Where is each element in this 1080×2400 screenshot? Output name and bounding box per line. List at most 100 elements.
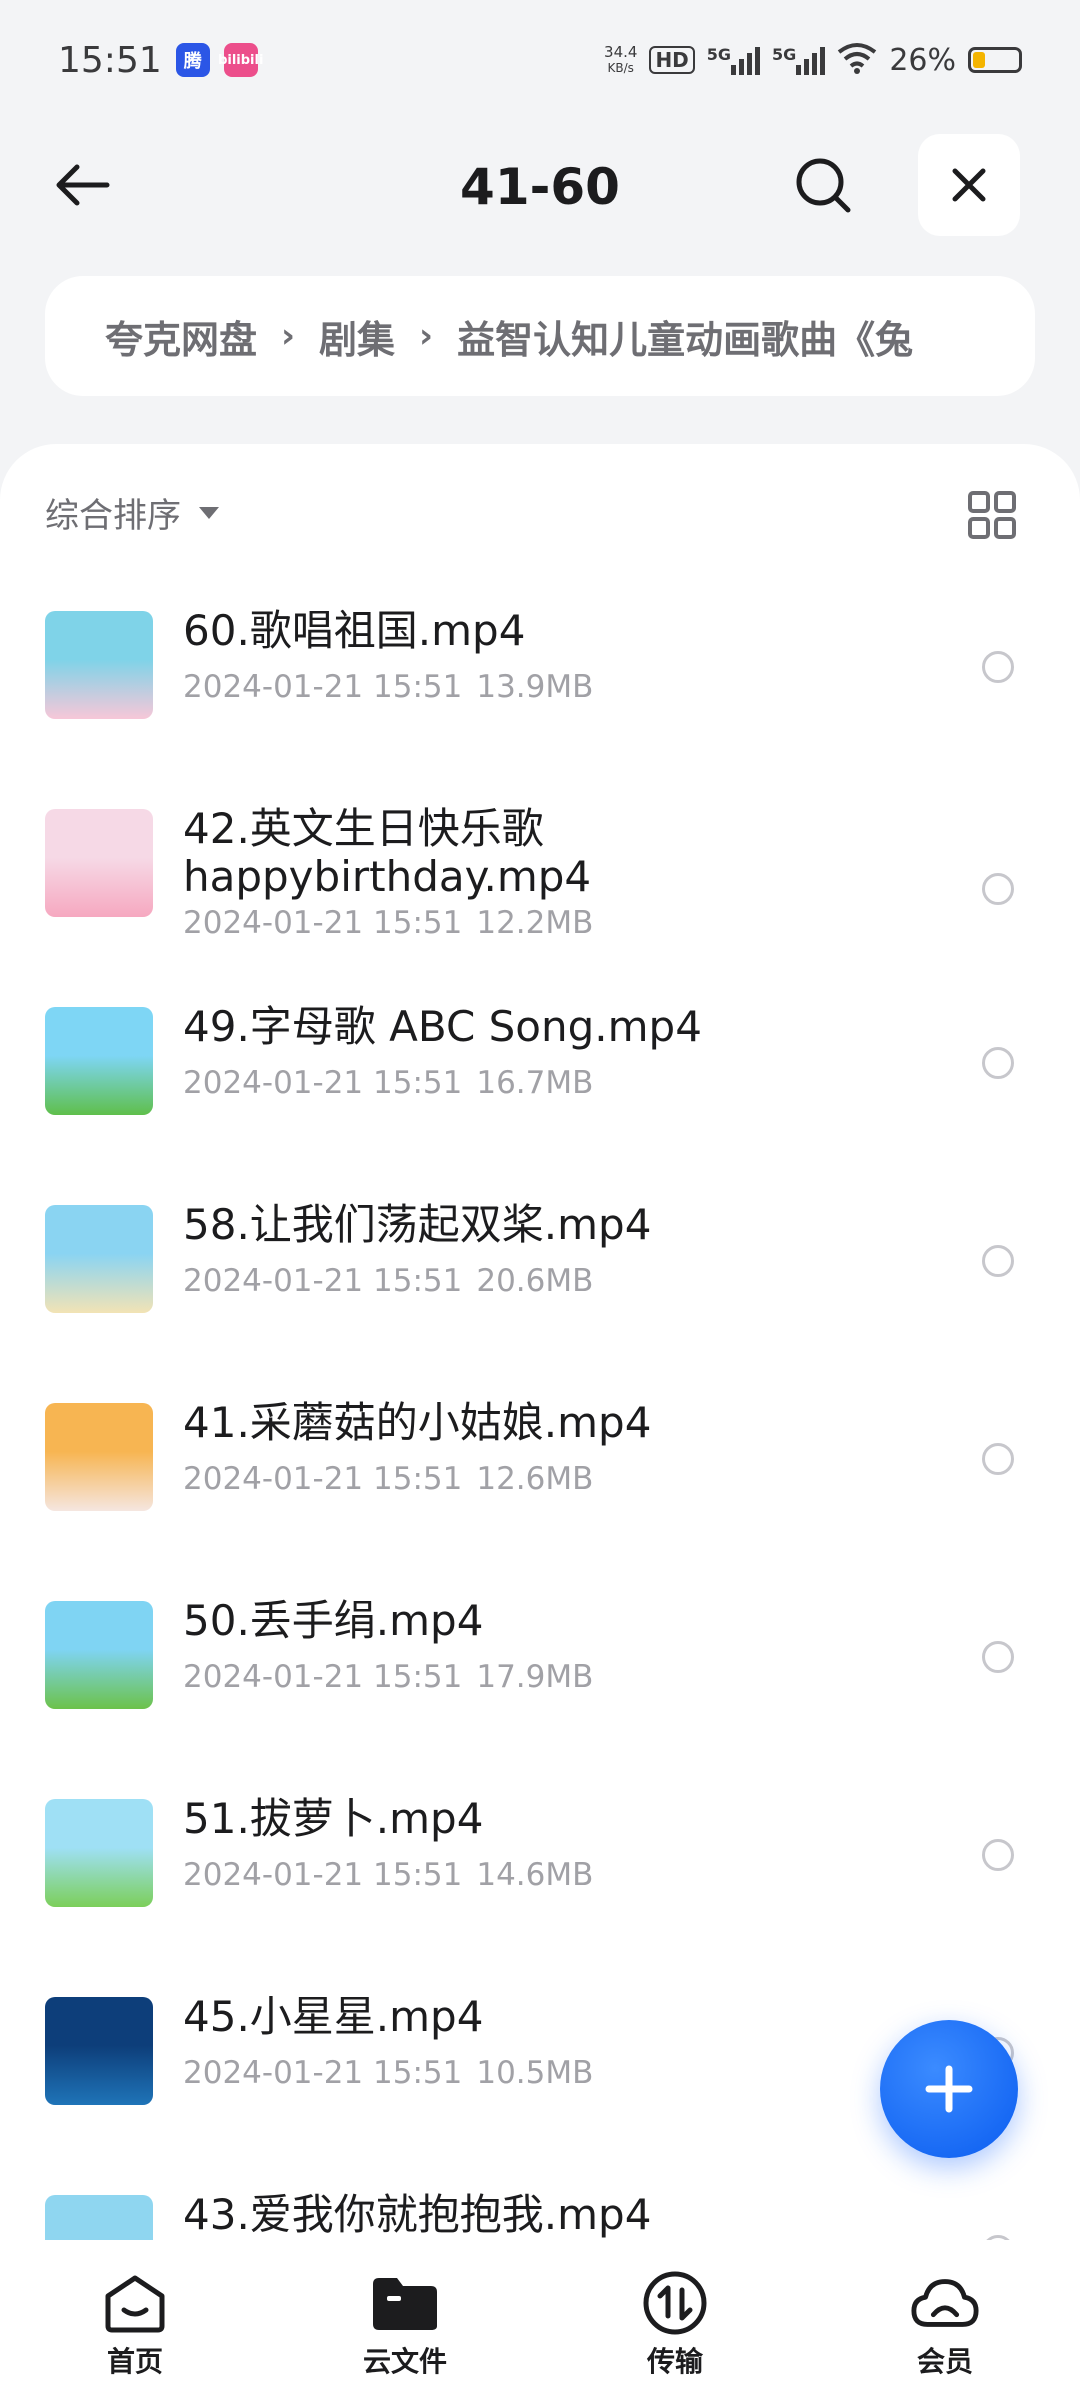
nav-label-home: 首页	[106, 2345, 163, 2378]
select-radio[interactable]	[982, 1839, 1014, 1871]
wifi-icon	[837, 42, 877, 78]
select-radio[interactable]	[982, 873, 1014, 905]
select-radio[interactable]	[982, 651, 1014, 683]
folder-icon	[370, 2268, 440, 2338]
cloud-icon	[910, 2268, 980, 2338]
close-icon	[952, 168, 986, 202]
file-size: 10.5MB	[476, 2055, 594, 2091]
breadcrumb-separator: ›	[419, 316, 434, 356]
video-thumbnail	[45, 611, 153, 719]
file-meta: 2024-01-21 15:51 16.7MB	[183, 1065, 593, 1101]
file-meta: 2024-01-21 15:51 17.9MB	[183, 1659, 593, 1695]
file-browser: 综合排序 60.歌唱祖国.mp4 2024-01-21 15:51 13.9MB 42…	[0, 444, 1080, 2240]
breadcrumb-item-root[interactable]: 夸克网盘	[105, 309, 257, 364]
video-thumbnail	[45, 1403, 153, 1511]
file-row[interactable]: 41.采蘑菇的小姑娘.mp4 2024-01-21 15:51 12.6MB	[0, 1381, 1080, 1579]
file-name: 58.让我们荡起双桨.mp4	[183, 1200, 652, 1249]
close-button[interactable]	[918, 134, 1020, 236]
breadcrumb-item-series[interactable]: 剧集	[319, 309, 395, 364]
file-meta: 2024-01-21 15:51 20.6MB	[183, 1263, 593, 1299]
file-size: 12.6MB	[476, 1461, 594, 1497]
app-notification-icon: 腾	[175, 43, 210, 77]
file-date: 2024-01-21 15:51	[183, 1857, 463, 1893]
breadcrumb-separator: ›	[281, 316, 296, 356]
sort-label: 综合排序	[45, 496, 181, 536]
bilibili-notification-icon: bilibili	[218, 43, 263, 77]
home-icon	[100, 2268, 170, 2338]
nav-label-transfer: 传输	[646, 2345, 703, 2378]
breadcrumb-item-folder[interactable]: 益智认知儿童动画歌曲《兔	[457, 309, 913, 364]
file-row[interactable]: 60.歌唱祖国.mp4 2024-01-21 15:51 13.9MB	[0, 589, 1080, 787]
select-radio[interactable]	[982, 1443, 1014, 1475]
status-bar: 15:51 腾 bilibili 34.4 KB/s HD 5G 5G 26%	[0, 0, 1080, 120]
sim1-signal-icon: 5G	[706, 45, 761, 75]
file-size: 17.9MB	[476, 1659, 594, 1695]
network-speed-unit: KB/s	[607, 60, 634, 75]
file-date: 2024-01-21 15:51	[183, 1065, 463, 1101]
video-thumbnail	[45, 2195, 153, 2240]
search-button[interactable]	[788, 150, 858, 220]
hd-voice-icon: HD	[649, 46, 695, 74]
select-radio[interactable]	[982, 1047, 1014, 1079]
breadcrumb: 夸克网盘 › 剧集 › 益智认知儿童动画歌曲《兔	[45, 276, 1035, 396]
file-name: 43.爱我你就抱抱我.mp4	[183, 2190, 652, 2239]
battery-percent: 26%	[889, 42, 956, 78]
grid-view-button[interactable]	[966, 489, 1018, 541]
file-size: 16.7MB	[476, 1065, 594, 1101]
video-thumbnail	[45, 1601, 153, 1709]
file-meta: 2024-01-21 15:51 13.9MB	[183, 669, 593, 705]
file-row[interactable]: 42.英文生日快乐歌 happybirthday.mp4 2024-01-21 1…	[0, 787, 1080, 985]
caret-down-icon	[199, 506, 219, 519]
sim2-label: 5G	[772, 45, 797, 64]
video-thumbnail	[45, 1997, 153, 2105]
battery-fill	[973, 52, 986, 68]
file-name: 50.丢手绢.mp4	[183, 1596, 484, 1645]
file-size: 13.9MB	[476, 669, 594, 705]
file-row[interactable]: 49.字母歌 ABC Song.mp4 2024-01-21 15:51 16.7M…	[0, 985, 1080, 1183]
file-name: 51.拔萝卜.mp4	[183, 1794, 484, 1843]
file-name: 45.小星星.mp4	[183, 1992, 484, 2041]
file-meta: 2024-01-21 15:51 12.2MB	[183, 905, 593, 941]
nav-home[interactable]: 首页	[0, 2240, 270, 2400]
file-size: 14.6MB	[476, 1857, 594, 1893]
nav-label-cloud-files: 云文件	[362, 2345, 447, 2378]
file-row[interactable]: 51.拔萝卜.mp4 2024-01-21 15:51 14.6MB	[0, 1777, 1080, 1975]
search-icon	[796, 158, 851, 213]
file-size: 20.6MB	[476, 1263, 594, 1299]
file-date: 2024-01-21 15:51	[183, 1263, 463, 1299]
battery-icon	[968, 47, 1022, 73]
file-date: 2024-01-21 15:51	[183, 1659, 463, 1695]
sort-dropdown[interactable]: 综合排序	[45, 488, 219, 537]
sim1-label: 5G	[706, 45, 732, 64]
add-button[interactable]	[880, 2020, 1018, 2158]
file-row[interactable]: 43.爱我你就抱抱我.mp4	[0, 2173, 1080, 2240]
sim2-signal-icon: 5G	[772, 45, 826, 75]
network-speed-value: 34.4	[604, 42, 638, 61]
file-date: 2024-01-21 15:51	[183, 669, 463, 705]
file-name: 60.歌唱祖国.mp4	[183, 606, 526, 655]
video-thumbnail	[45, 1007, 153, 1115]
file-date: 2024-01-21 15:51	[183, 2055, 463, 2091]
header: 41-60	[0, 130, 1080, 240]
file-meta: 2024-01-21 15:51 10.5MB	[183, 2055, 593, 2091]
nav-label-membership: 会员	[916, 2345, 973, 2378]
nav-cloud-files[interactable]: 云文件	[270, 2240, 540, 2400]
video-thumbnail	[45, 1205, 153, 1313]
file-meta: 2024-01-21 15:51 14.6MB	[183, 1857, 593, 1893]
nav-membership[interactable]: 会员	[810, 2240, 1080, 2400]
file-name: 41.采蘑菇的小姑娘.mp4	[183, 1398, 652, 1447]
file-size: 12.2MB	[476, 905, 594, 941]
file-meta: 2024-01-21 15:51 12.6MB	[183, 1461, 593, 1497]
nav-transfer[interactable]: 传输	[540, 2240, 810, 2400]
video-thumbnail	[45, 809, 153, 917]
file-date: 2024-01-21 15:51	[183, 905, 463, 941]
file-row[interactable]: 50.丢手绢.mp4 2024-01-21 15:51 17.9MB	[0, 1579, 1080, 1777]
bottom-nav: 首页 云文件 传输 会员	[0, 2240, 1080, 2400]
status-time: 15:51	[58, 39, 162, 81]
file-row[interactable]: 58.让我们荡起双桨.mp4 2024-01-21 15:51 20.6MB	[0, 1183, 1080, 1381]
video-thumbnail	[45, 1799, 153, 1907]
select-radio[interactable]	[982, 1245, 1014, 1277]
file-name: 49.字母歌 ABC Song.mp4	[183, 1002, 702, 1051]
select-radio[interactable]	[982, 1641, 1014, 1673]
status-right: 34.4 KB/s HD 5G 5G 26%	[604, 42, 1022, 78]
